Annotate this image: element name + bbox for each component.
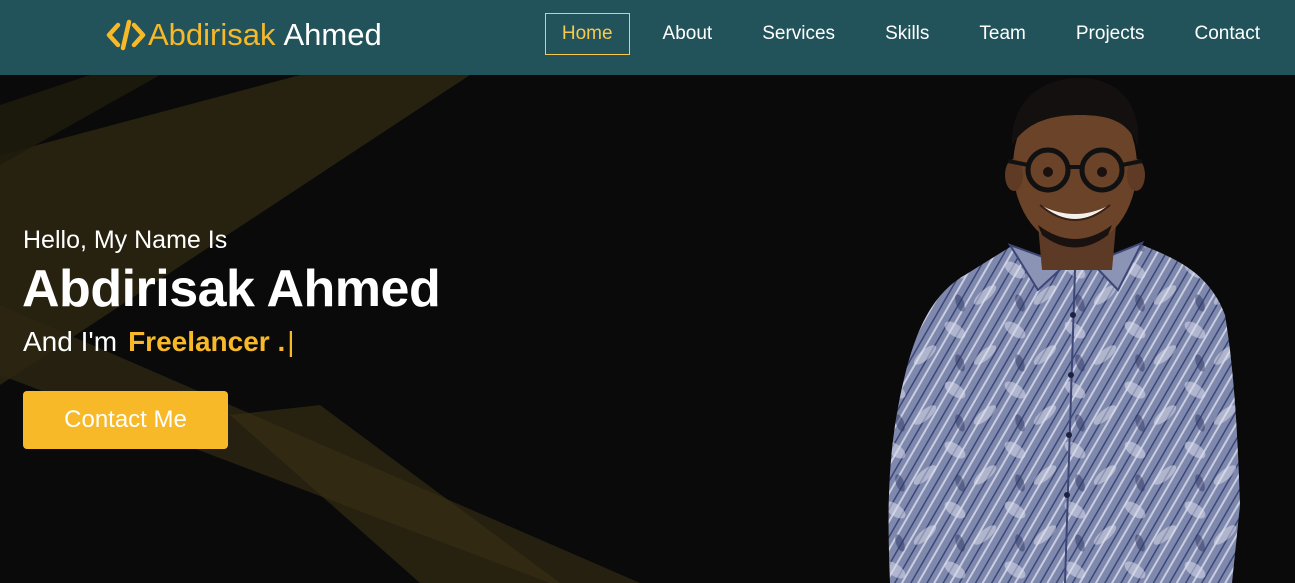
brand-logo[interactable]: Abdirisak Ahmed	[106, 15, 382, 55]
nav-item-projects[interactable]: Projects	[1059, 13, 1162, 55]
role-prefix: And I'm	[23, 326, 118, 357]
code-icon	[106, 19, 146, 51]
nav-item-home[interactable]: Home	[544, 12, 630, 55]
hero-section: Hello, My Name Is Abdirisak Ahmed And I'…	[0, 75, 1295, 583]
brand-last-name: Ahmed	[283, 17, 382, 52]
role-text: Freelancer .	[128, 326, 286, 357]
nav-menu: Home About Services Skills Team Projects…	[544, 12, 1277, 55]
nav-item-skills[interactable]: Skills	[868, 13, 946, 55]
hero-name: Abdirisak Ahmed	[22, 260, 441, 318]
portrait-photo	[888, 77, 1240, 583]
brand-first-name: Abdirisak	[148, 17, 276, 52]
hero-greeting: Hello, My Name Is	[23, 226, 228, 254]
nav-item-team[interactable]: Team	[962, 13, 1042, 55]
nav-item-services[interactable]: Services	[745, 13, 852, 55]
hero-tagline: And I'm Freelancer . |	[23, 326, 295, 358]
contact-me-button[interactable]: Contact Me	[23, 391, 228, 449]
nav-item-contact[interactable]: Contact	[1178, 13, 1277, 55]
nav-item-about[interactable]: About	[646, 13, 730, 55]
navbar: Abdirisak Ahmed Home About Services Skil…	[0, 0, 1295, 75]
typing-caret: |	[287, 326, 295, 357]
